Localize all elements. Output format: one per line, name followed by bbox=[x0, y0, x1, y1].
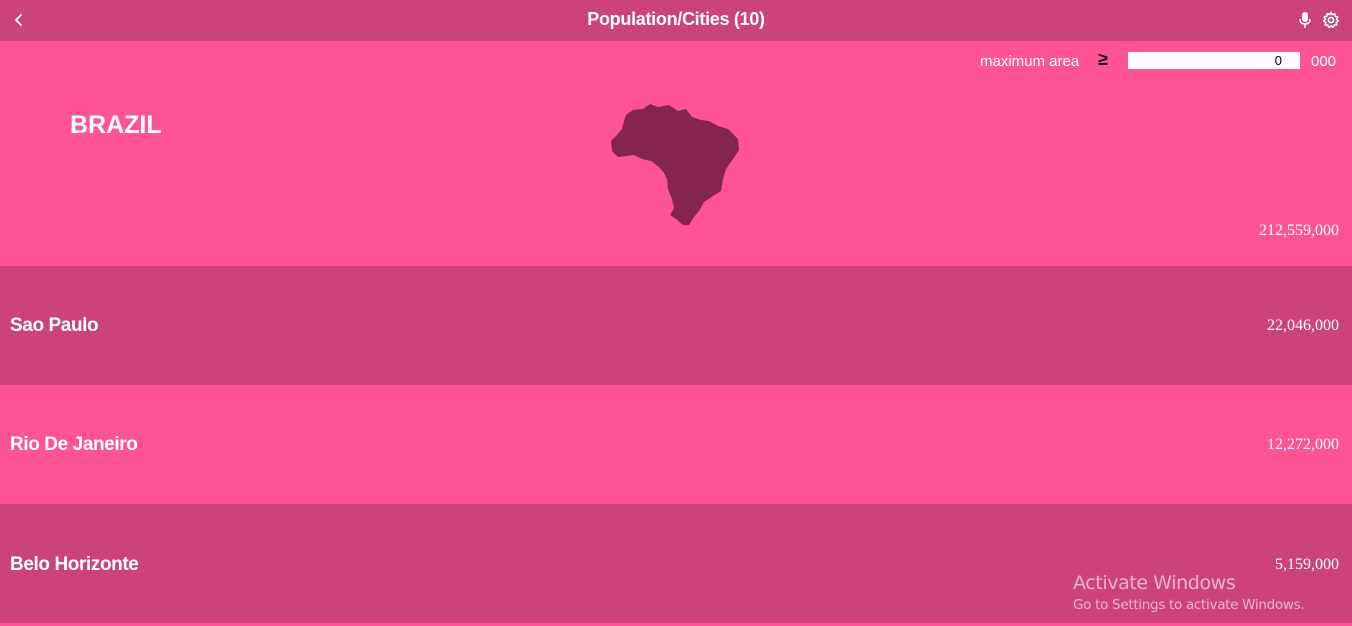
brazil-map-icon bbox=[611, 104, 739, 225]
gear-icon bbox=[1322, 11, 1340, 29]
city-population: 22,046,000 bbox=[1267, 317, 1339, 334]
city-row[interactable]: Rio De Janeiro 12,272,000 bbox=[0, 385, 1352, 504]
city-population: 12,272,000 bbox=[1267, 436, 1339, 453]
city-row[interactable]: Sao Paulo 22,046,000 bbox=[0, 266, 1352, 385]
area-unit-label: 000 bbox=[1311, 53, 1337, 70]
city-name: Belo Horizonte bbox=[10, 554, 139, 575]
operator-symbol: ≥ bbox=[1098, 49, 1108, 69]
app-window: Population/Cities (10) maximum area ≥ 00… bbox=[0, 0, 1352, 626]
settings-button[interactable] bbox=[1322, 11, 1340, 29]
country-name: BRAZIL bbox=[70, 111, 162, 139]
city-row[interactable]: Belo Horizonte 5,159,000 bbox=[0, 504, 1352, 623]
city-population: 5,159,000 bbox=[1275, 556, 1339, 573]
microphone-icon bbox=[1299, 12, 1311, 28]
country-population: 212,559,000 bbox=[1259, 222, 1339, 239]
country-panel: maximum area ≥ 000 BRAZIL 212,559,000 bbox=[0, 41, 1352, 266]
city-name: Rio De Janeiro bbox=[10, 434, 138, 455]
area-filter-label: maximum area bbox=[980, 53, 1080, 70]
city-name: Sao Paulo bbox=[10, 315, 99, 336]
header-bar: Population/Cities (10) bbox=[0, 0, 1352, 41]
page-title: Population/Cities (10) bbox=[587, 9, 765, 29]
area-filter-input[interactable] bbox=[1128, 52, 1300, 69]
voice-button[interactable] bbox=[1297, 11, 1313, 29]
